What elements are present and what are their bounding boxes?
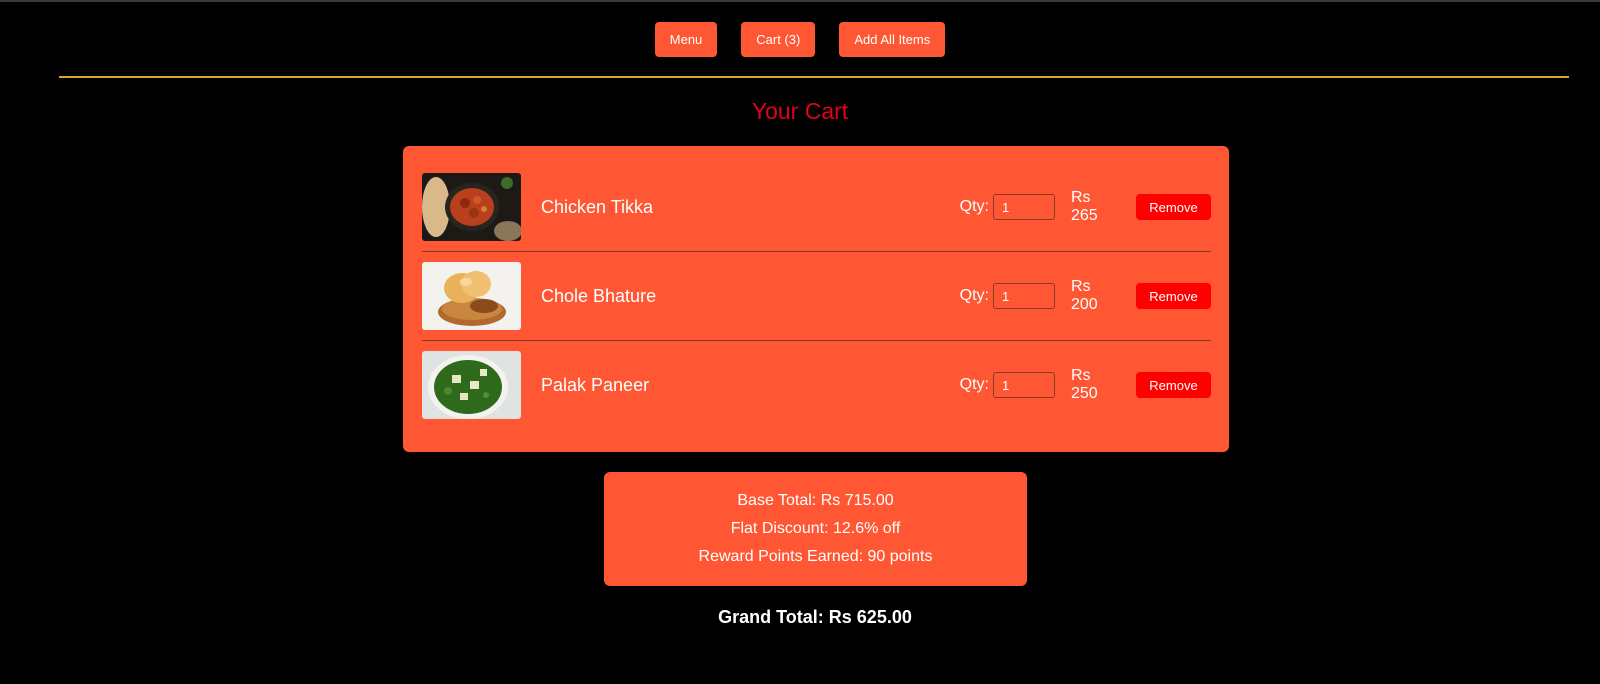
window-top-border bbox=[0, 0, 1600, 2]
remove-button[interactable]: Remove bbox=[1136, 372, 1211, 398]
cart-item: Chole Bhature Qty: Rs 200 Remove bbox=[422, 252, 1211, 341]
grand-total: Grand Total: Rs 625.00 bbox=[718, 607, 912, 627]
item-price: Rs 200 bbox=[1071, 278, 1098, 313]
qty-label: Qty: bbox=[959, 376, 989, 393]
cart-list: Chicken Tikka Qty: Rs 265 Remove Chole B… bbox=[403, 146, 1229, 452]
cart-item: Palak Paneer Qty: Rs 250 Remove bbox=[422, 341, 1211, 429]
item-name: Chole Bhature bbox=[541, 285, 657, 306]
item-name: Palak Paneer bbox=[541, 374, 650, 395]
item-price: Rs 250 bbox=[1071, 367, 1098, 402]
quantity-input[interactable] bbox=[993, 372, 1055, 398]
cart-button[interactable]: Cart (3) bbox=[741, 22, 816, 57]
reward-points: Reward Points Earned: 90 points bbox=[698, 548, 933, 565]
top-nav: Menu Cart (3) Add All Items bbox=[0, 22, 1600, 57]
menu-button[interactable]: Menu bbox=[654, 22, 718, 57]
quantity-input[interactable] bbox=[993, 283, 1055, 309]
qty-label: Qty: bbox=[959, 287, 989, 304]
page-title: Your Cart bbox=[751, 98, 849, 124]
palak-paneer-image bbox=[422, 351, 521, 419]
flat-discount: Flat Discount: 12.6% off bbox=[730, 520, 901, 537]
qty-label: Qty: bbox=[959, 198, 989, 215]
remove-button[interactable]: Remove bbox=[1136, 283, 1211, 309]
chicken-tikka-image bbox=[422, 173, 521, 241]
quantity-input[interactable] bbox=[993, 194, 1055, 220]
chole-bhature-image bbox=[422, 262, 521, 330]
remove-button[interactable]: Remove bbox=[1136, 194, 1211, 220]
item-price: Rs 265 bbox=[1071, 189, 1098, 224]
order-summary: Base Total: Rs 715.00 Flat Discount: 12.… bbox=[604, 472, 1027, 586]
cart-item: Chicken Tikka Qty: Rs 265 Remove bbox=[422, 163, 1211, 252]
add-all-items-button[interactable]: Add All Items bbox=[839, 22, 946, 57]
item-name: Chicken Tikka bbox=[541, 196, 654, 217]
base-total: Base Total: Rs 715.00 bbox=[737, 492, 894, 509]
header-divider bbox=[59, 76, 1569, 78]
